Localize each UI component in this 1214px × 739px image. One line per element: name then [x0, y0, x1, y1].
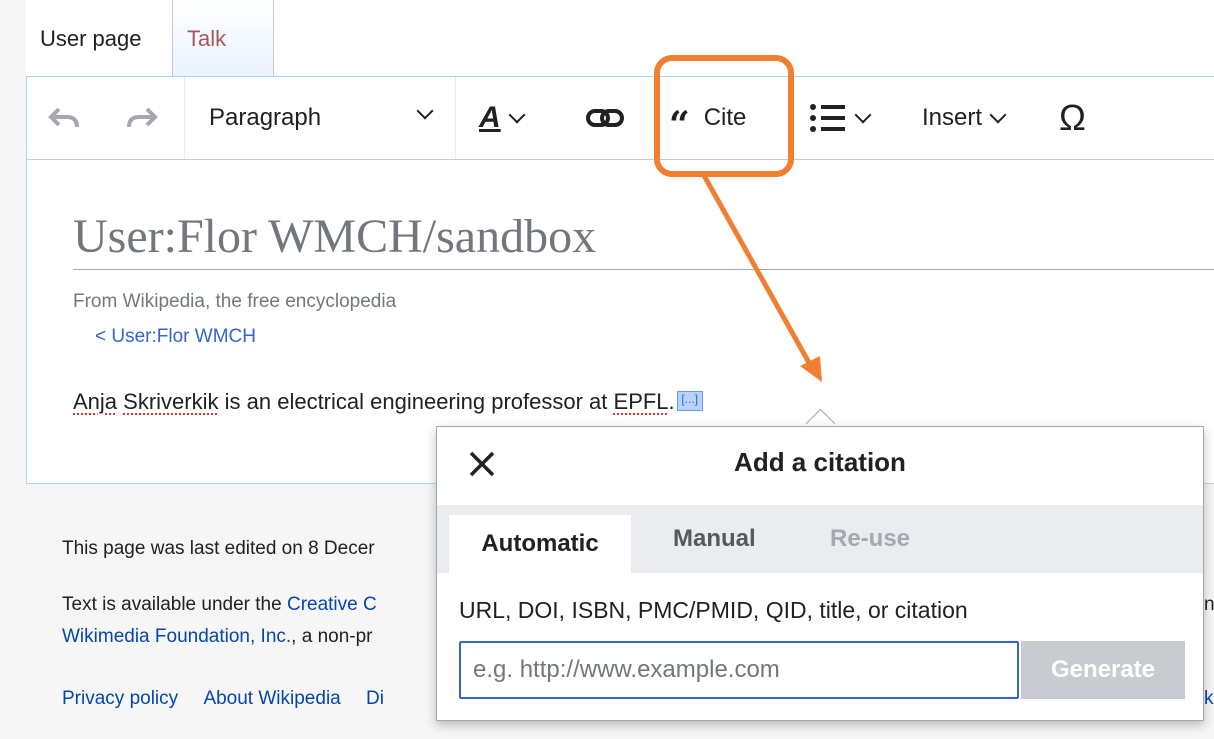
- annotation-arrow: [699, 170, 822, 382]
